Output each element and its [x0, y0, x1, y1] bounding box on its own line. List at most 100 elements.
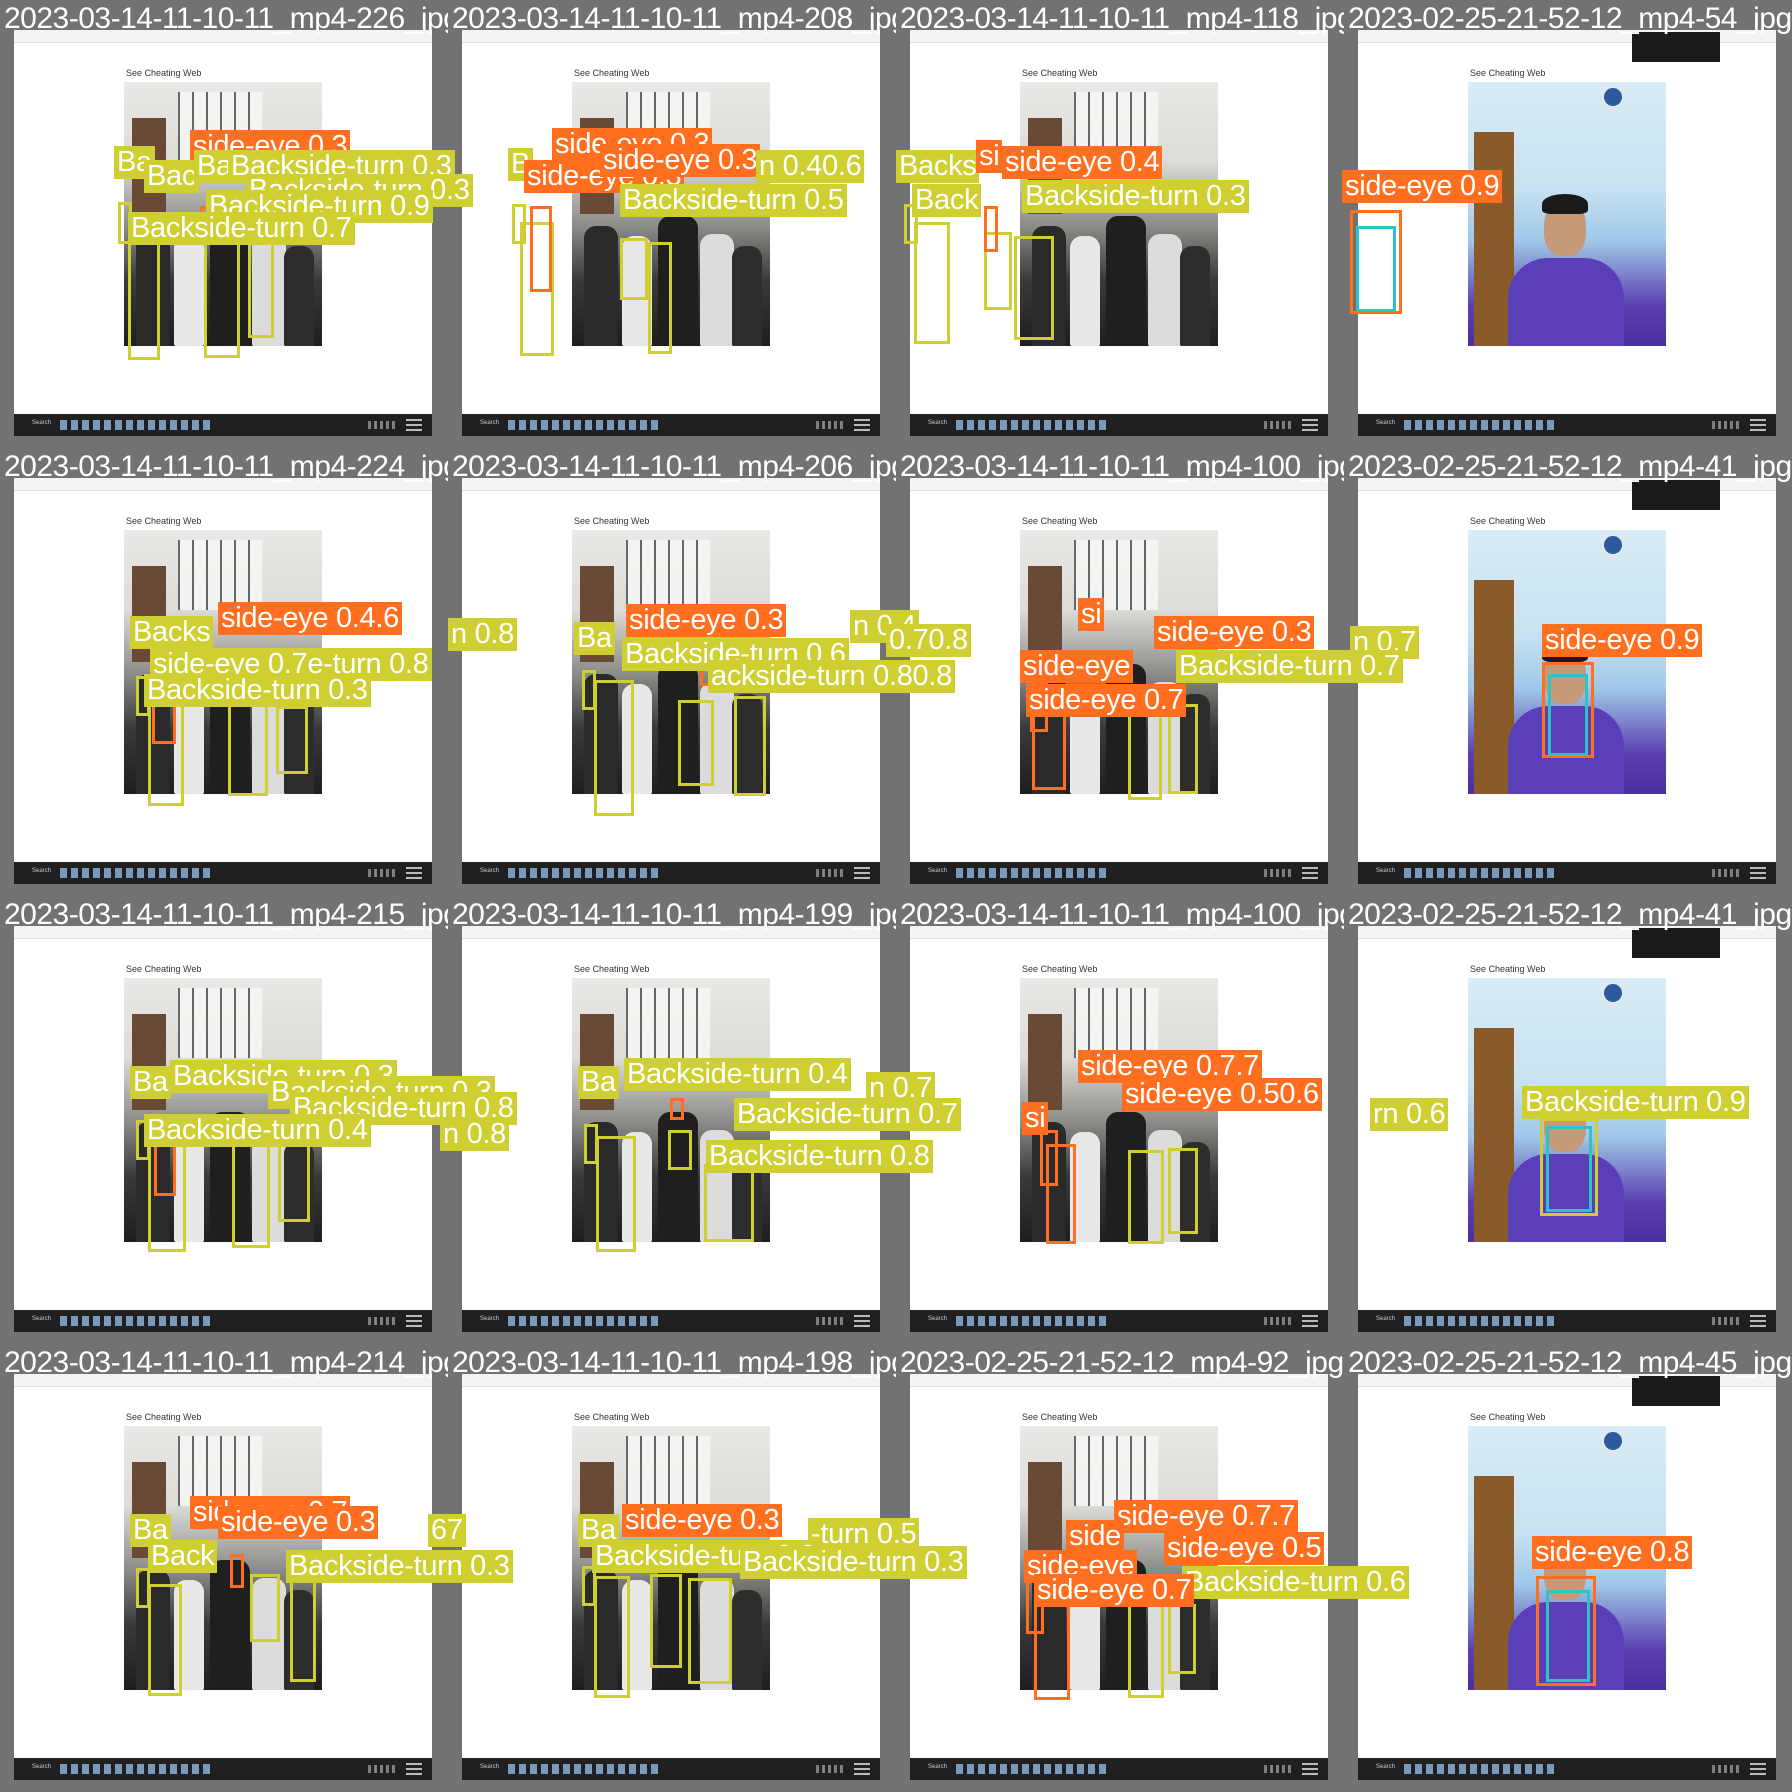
- taskbar-icons[interactable]: [1404, 1764, 1554, 1774]
- taskbar-icons[interactable]: [508, 1316, 658, 1326]
- system-tray[interactable]: [1712, 869, 1742, 877]
- scene-window: [1074, 1436, 1158, 1506]
- system-tray[interactable]: [368, 1317, 398, 1325]
- system-tray[interactable]: [1264, 1317, 1294, 1325]
- detection-label: side-eye 0.5: [1164, 1532, 1325, 1565]
- detection-box: [620, 238, 648, 300]
- scene-hair: [1542, 194, 1588, 214]
- video-overlay-panel: [1632, 1376, 1720, 1406]
- detection-box: [1546, 1590, 1590, 1682]
- taskbar-search[interactable]: Search: [928, 420, 947, 426]
- detection-box: [136, 1568, 150, 1608]
- app-title: See Cheating Web: [1022, 516, 1098, 526]
- taskbar-search[interactable]: Search: [1376, 420, 1395, 426]
- taskbar-clock: [1302, 867, 1318, 879]
- taskbar-search[interactable]: Search: [480, 1764, 499, 1770]
- detection-label: n 0.40.6: [756, 150, 865, 183]
- detection-box: [276, 706, 308, 774]
- taskbar-search[interactable]: Search: [928, 1316, 947, 1322]
- taskbar-search[interactable]: Search: [1376, 1316, 1395, 1322]
- detection-box: [594, 680, 634, 816]
- taskbar-search[interactable]: Search: [480, 868, 499, 874]
- detection-label: side-eye 0.7: [1026, 684, 1187, 717]
- taskbar-search[interactable]: Search: [928, 1764, 947, 1770]
- taskbar-icons[interactable]: [956, 1316, 1106, 1326]
- detection-box: [512, 204, 526, 244]
- system-tray[interactable]: [816, 421, 846, 429]
- taskbar-search[interactable]: Search: [32, 1316, 51, 1322]
- taskbar-search[interactable]: Search: [480, 1316, 499, 1322]
- app-title: See Cheating Web: [1022, 1412, 1098, 1422]
- taskbar-icons[interactable]: [956, 420, 1106, 430]
- taskbar-search[interactable]: Search: [928, 868, 947, 874]
- screenshot: See Cheating Web Search: [910, 926, 1328, 1332]
- detection-label: side-eye 0.3: [1154, 616, 1315, 649]
- taskbar-icons[interactable]: [508, 868, 658, 878]
- system-tray[interactable]: [1264, 869, 1294, 877]
- taskbar-icons[interactable]: [956, 1764, 1106, 1774]
- app-title: See Cheating Web: [574, 516, 650, 526]
- detection-box: [248, 232, 274, 338]
- taskbar: Search: [1358, 1758, 1776, 1780]
- taskbar-search[interactable]: Search: [32, 868, 51, 874]
- taskbar-search[interactable]: Search: [32, 420, 51, 426]
- detection-label: Backs: [896, 150, 980, 183]
- taskbar-clock: [1750, 1315, 1766, 1327]
- taskbar-icons[interactable]: [1404, 868, 1554, 878]
- detection-label: side-eye 0.8: [1532, 1536, 1693, 1569]
- taskbar-icons[interactable]: [508, 1764, 658, 1774]
- taskbar-icons[interactable]: [508, 420, 658, 430]
- system-tray[interactable]: [1712, 1317, 1742, 1325]
- taskbar: Search: [910, 1758, 1328, 1780]
- app-title: See Cheating Web: [1022, 964, 1098, 974]
- detection-box: [670, 1098, 684, 1120]
- system-tray[interactable]: [1264, 421, 1294, 429]
- system-tray[interactable]: [1712, 421, 1742, 429]
- scene-person: [732, 1590, 762, 1690]
- detection-box: [148, 1584, 182, 1696]
- taskbar-icons[interactable]: [60, 1316, 210, 1326]
- taskbar-search[interactable]: Search: [1376, 1764, 1395, 1770]
- taskbar-icons[interactable]: [60, 868, 210, 878]
- taskbar: Search: [462, 414, 880, 436]
- screenshot: See Cheating Web Search: [1358, 30, 1776, 436]
- taskbar-search[interactable]: Search: [1376, 868, 1395, 874]
- taskbar-icons[interactable]: [60, 420, 210, 430]
- scene-door: [1028, 566, 1062, 662]
- image-filename: 2023-03-14-11-10-11_mp4-215_jpg.rf.9aad: [4, 898, 448, 931]
- detection-label: 0.70.8: [886, 624, 971, 657]
- scene-window: [626, 1436, 710, 1506]
- scene-clock: [1602, 86, 1624, 108]
- taskbar-icons[interactable]: [956, 868, 1106, 878]
- detection-label: Ba: [130, 1066, 171, 1099]
- taskbar-icons[interactable]: [60, 1764, 210, 1774]
- detection-box: [1128, 1150, 1164, 1244]
- detection-label: side-eye 0.3: [218, 1506, 379, 1539]
- detection-box: [232, 1140, 270, 1248]
- detection-box: [1168, 1148, 1198, 1234]
- system-tray[interactable]: [816, 869, 846, 877]
- system-tray[interactable]: [816, 1765, 846, 1773]
- taskbar-clock: [1750, 867, 1766, 879]
- system-tray[interactable]: [368, 421, 398, 429]
- app-title: See Cheating Web: [1022, 68, 1098, 78]
- screenshot: See Cheating Web Search: [910, 30, 1328, 436]
- system-tray[interactable]: [1264, 1765, 1294, 1773]
- detection-label: Backside-turn 0.3: [740, 1546, 967, 1579]
- taskbar-icons[interactable]: [1404, 1316, 1554, 1326]
- system-tray[interactable]: [368, 1765, 398, 1773]
- detection-box: [650, 1574, 682, 1668]
- detection-box: [582, 670, 596, 710]
- detection-label: Backside-turn 0.7: [128, 212, 355, 245]
- image-filename: 2023-03-14-11-10-11_mp4-100_jpg.rf.b5d2: [900, 450, 1344, 483]
- app-title: See Cheating Web: [1470, 964, 1546, 974]
- taskbar-search[interactable]: Search: [480, 420, 499, 426]
- taskbar-clock: [1302, 419, 1318, 431]
- scene-window: [626, 540, 710, 610]
- taskbar-icons[interactable]: [1404, 420, 1554, 430]
- taskbar-search[interactable]: Search: [32, 1764, 51, 1770]
- system-tray[interactable]: [1712, 1765, 1742, 1773]
- system-tray[interactable]: [816, 1317, 846, 1325]
- detection-label: side-eye: [1020, 650, 1134, 683]
- system-tray[interactable]: [368, 869, 398, 877]
